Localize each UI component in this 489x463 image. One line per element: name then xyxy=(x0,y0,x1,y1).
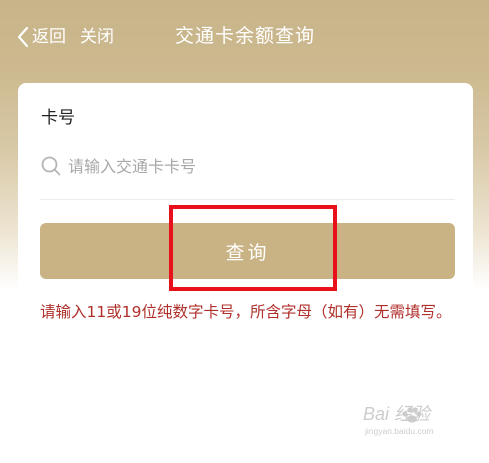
watermark-brand-text: Bai 经验 xyxy=(363,404,432,424)
back-button[interactable]: 返回 xyxy=(16,24,66,50)
divider xyxy=(40,199,455,200)
hint-text: 请输入11或19位纯数字卡号，所含字母（如有）无需填写。 xyxy=(40,303,452,321)
search-icon xyxy=(40,155,62,177)
card-number-field[interactable] xyxy=(40,151,460,181)
close-button[interactable]: 关闭 xyxy=(80,24,114,50)
watermark-url-text: jingyan.baidu.com xyxy=(364,426,434,436)
query-button[interactable]: 查询 xyxy=(40,223,455,279)
baidu-jingyan-watermark: Bai 经验 jingyan.baidu.com xyxy=(363,398,475,438)
nav-bar: 返回 关闭 交通卡余额查询 xyxy=(0,0,489,66)
page-title: 交通卡余额查询 xyxy=(174,25,315,47)
card-number-input[interactable] xyxy=(68,156,460,176)
back-label: 返回 xyxy=(32,27,66,47)
chevron-left-icon xyxy=(16,26,30,48)
card-number-label: 卡号 xyxy=(41,108,75,128)
